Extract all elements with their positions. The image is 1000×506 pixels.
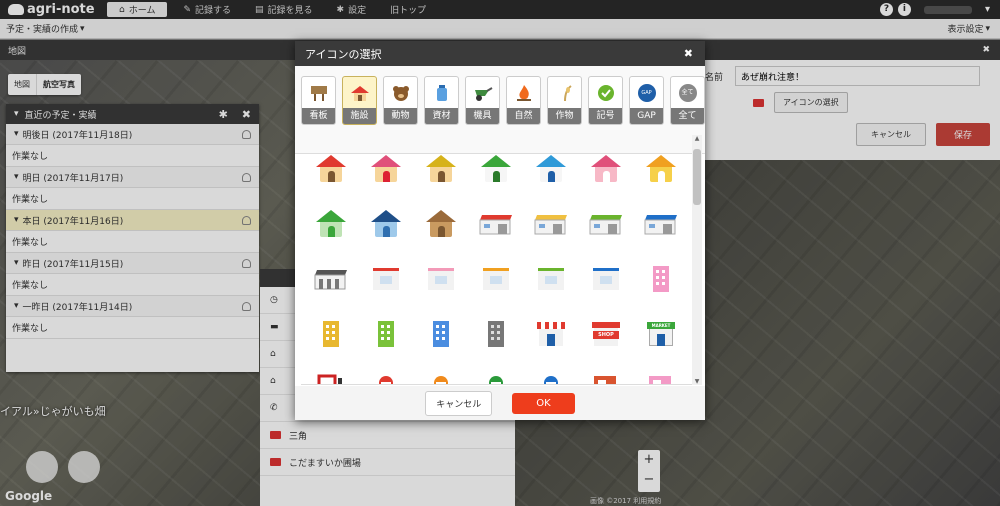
house-green-icon[interactable] (476, 149, 516, 189)
warehouse-yellow-icon[interactable] (531, 204, 571, 244)
warehouse-red-icon[interactable] (476, 204, 516, 244)
market-icon[interactable]: MARKET (641, 314, 681, 354)
shop-front-pink-icon[interactable] (641, 363, 681, 384)
store-blue-icon[interactable] (586, 259, 626, 299)
barn-navy-icon[interactable] (366, 204, 406, 244)
ok-button[interactable]: OK (512, 392, 575, 414)
wheelbarrow-icon (466, 77, 499, 108)
house-yellow-icon[interactable] (421, 149, 461, 189)
cancel-button[interactable]: キャンセル (425, 390, 493, 416)
shop-front-red-icon[interactable] (586, 363, 626, 384)
category-all[interactable]: 全て 全て (670, 76, 705, 125)
building-blue-icon[interactable] (421, 314, 461, 354)
category-label: 施設 (343, 108, 376, 124)
dialog-header: アイコンの選択 ✖ (295, 41, 705, 66)
house-pink-icon[interactable] (366, 149, 406, 189)
category-label: 自然 (507, 108, 540, 124)
store-green-icon[interactable] (531, 259, 571, 299)
gap-icon: GAP (630, 77, 663, 108)
warehouse-green-icon[interactable] (586, 204, 626, 244)
warehouse-gray-icon[interactable] (311, 259, 351, 299)
category-sign[interactable]: 看板 (301, 76, 336, 125)
category-label: 動物 (384, 108, 417, 124)
category-gap[interactable]: GAP GAP (629, 76, 664, 125)
building-gray-icon[interactable] (476, 314, 516, 354)
no-entry-blue-icon[interactable] (531, 363, 571, 384)
category-label: 全て (671, 108, 704, 124)
dialog-footer: キャンセル OK (295, 386, 705, 420)
category-label: 機具 (466, 108, 499, 124)
scroll-down-arrow-icon[interactable]: ▼ (692, 378, 702, 385)
house-orange-icon[interactable] (641, 149, 681, 189)
building-pink-icon[interactable] (641, 259, 681, 299)
category-nature[interactable]: 自然 (506, 76, 541, 125)
market-text: MARKET (647, 322, 675, 329)
no-entry-red-icon[interactable] (366, 363, 406, 384)
icon-grid-scrollbar[interactable]: ▲ ▼ (692, 135, 702, 385)
shop-awning-icon[interactable] (531, 314, 571, 354)
all-icon: 全て (671, 77, 704, 108)
bottle-icon (425, 77, 458, 108)
category-label: 作物 (548, 108, 581, 124)
gap-badge: GAP (637, 83, 656, 102)
building-green-icon[interactable] (366, 314, 406, 354)
no-entry-orange-icon[interactable] (421, 363, 461, 384)
category-equipment[interactable]: 機具 (465, 76, 500, 125)
category-label: 看板 (302, 108, 335, 124)
no-entry-green-icon[interactable] (476, 363, 516, 384)
category-animal[interactable]: 動物 (383, 76, 418, 125)
sign-icon (302, 77, 335, 108)
bear-icon (384, 77, 417, 108)
barn-brown-icon[interactable] (421, 204, 461, 244)
house-red-icon[interactable] (311, 149, 351, 189)
house-rose-icon[interactable] (586, 149, 626, 189)
category-label: GAP (630, 108, 663, 124)
store-orange-icon[interactable] (476, 259, 516, 299)
signboard-red-icon[interactable] (311, 363, 351, 384)
warehouse-blue-icon[interactable] (641, 204, 681, 244)
category-facility[interactable]: 施設 (342, 76, 377, 125)
scrollbar-thumb[interactable] (693, 149, 701, 205)
icon-grid: SHOP MARKET (301, 135, 693, 385)
store-pink-icon[interactable] (421, 259, 461, 299)
category-label: 資材 (425, 108, 458, 124)
all-badge: 全て (678, 83, 697, 102)
close-icon[interactable]: ✖ (684, 47, 693, 60)
fire-icon (507, 77, 540, 108)
category-symbol[interactable]: 記号 (588, 76, 623, 125)
store-red-icon[interactable] (366, 259, 406, 299)
dialog-title: アイコンの選択 (305, 47, 382, 61)
shop-sign-icon[interactable]: SHOP (586, 314, 626, 354)
barn-green-icon[interactable] (311, 204, 351, 244)
category-label: 記号 (589, 108, 622, 124)
house-icon (343, 77, 376, 108)
shop-text: SHOP (593, 331, 619, 339)
scroll-up-arrow-icon[interactable]: ▲ (692, 135, 702, 142)
crop-icon (548, 77, 581, 108)
icon-select-dialog: アイコンの選択 ✖ 看板 施設 動物 資材 機具 自然 作物 記号 GAP GAP… (295, 41, 705, 420)
category-crop[interactable]: 作物 (547, 76, 582, 125)
house-blue-icon[interactable] (531, 149, 571, 189)
category-material[interactable]: 資材 (424, 76, 459, 125)
building-yellow-icon[interactable] (311, 314, 351, 354)
check-icon (589, 77, 622, 108)
